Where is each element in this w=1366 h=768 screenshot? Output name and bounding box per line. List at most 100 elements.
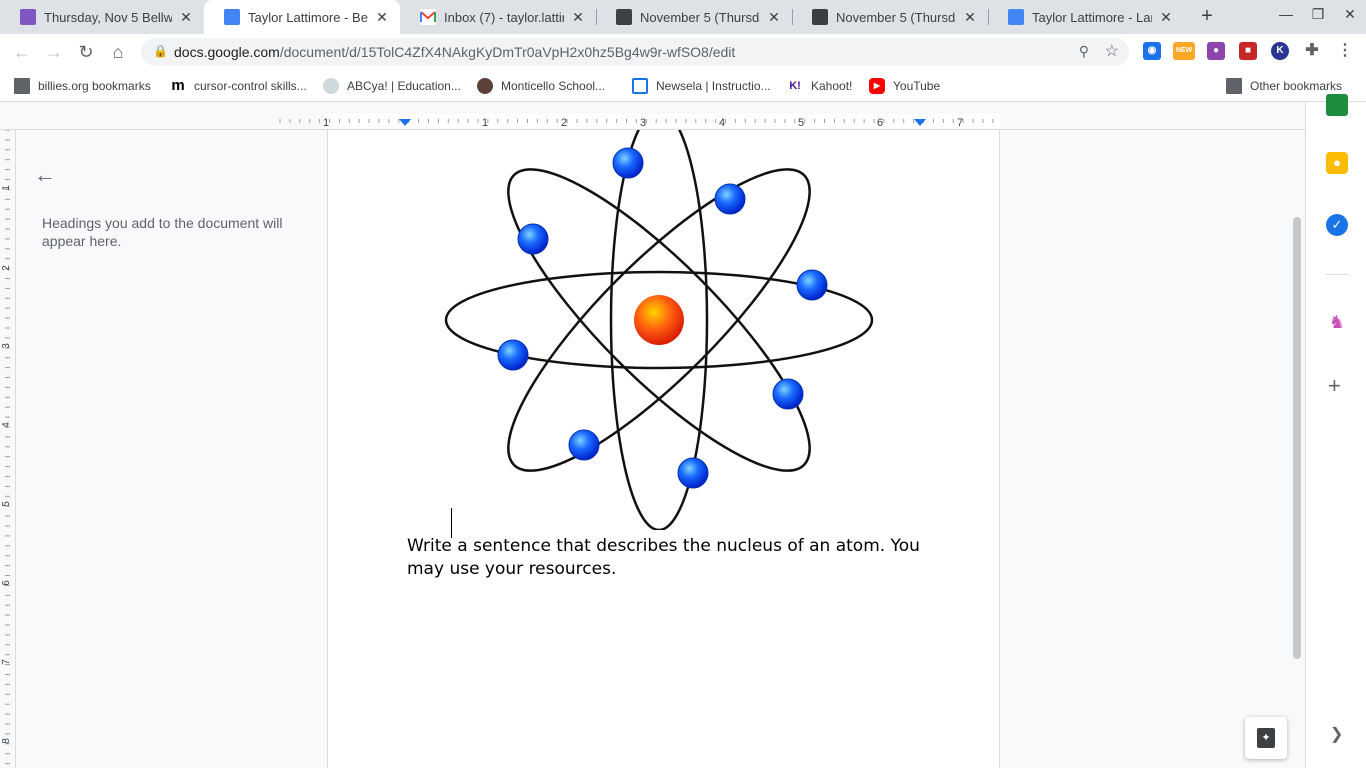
zoom-icon[interactable]: ⚲ [1079, 43, 1089, 60]
atom-illustration [444, 130, 874, 530]
add-addon-icon[interactable]: + [1328, 373, 1341, 399]
horizontal-ruler[interactable]: 1 1 2 3 4 5 6 7 [0, 102, 1305, 130]
tab-title: November 5 (Thursday) [836, 9, 956, 25]
electron [517, 223, 549, 255]
document-prompt-text[interactable]: Write a sentence that describes the nucl… [407, 535, 937, 581]
bookmark-item[interactable]: Newsela | Instructio... [632, 78, 771, 94]
new-tab-button[interactable]: + [1196, 5, 1218, 27]
right-indent-marker[interactable] [914, 119, 926, 126]
close-icon[interactable]: ✕ [570, 9, 586, 26]
extension-globe-icon[interactable]: ◉ [1143, 42, 1161, 60]
bookmark-item[interactable]: billies.org bookmarks [14, 78, 151, 94]
bookmark-label: Monticello School... [501, 79, 606, 93]
tab-docs-landfill[interactable]: Taylor Lattimore - Landfi ✕ [988, 0, 1184, 34]
tab-title: Thursday, Nov 5 Bellwo [44, 9, 172, 25]
tab-title: Inbox (7) - taylor.lattimo [444, 9, 564, 25]
tab-strip: Thursday, Nov 5 Bellwo ✕ Taylor Lattimor… [0, 0, 1366, 34]
unicorn-addon-icon[interactable]: ♞ [1326, 311, 1348, 333]
bookmark-label: cursor-control skills... [194, 79, 307, 93]
home-button[interactable]: ⌂ [106, 40, 130, 64]
nucleus [634, 295, 684, 345]
close-icon[interactable]: ✕ [374, 9, 390, 26]
ruler-label: 3 [1, 343, 12, 349]
extensions-puzzle-icon[interactable]: ✚ [1303, 42, 1321, 60]
tab-calendar[interactable]: Thursday, Nov 5 Bellwo ✕ [0, 0, 204, 34]
vertical-scrollbar-thumb[interactable] [1293, 217, 1301, 659]
ruler-label: 6 [1, 580, 12, 586]
ruler-label: 5 [798, 117, 804, 129]
bookmarks-bar: billies.org bookmarks m cursor-control s… [0, 70, 1366, 102]
bookmark-label: Kahoot! [811, 79, 853, 93]
youtube-icon: ▶ [869, 78, 885, 94]
ruler-label: 1 [323, 117, 329, 129]
classroom-icon [616, 9, 632, 25]
extension-new-icon[interactable]: NEW [1173, 42, 1195, 60]
tab-gmail[interactable]: Inbox (7) - taylor.lattimo ✕ [400, 0, 596, 34]
folder-icon [14, 78, 30, 94]
ruler-label: 2 [1, 265, 12, 271]
tab-title: Taylor Lattimore - Landfi [1032, 9, 1152, 25]
m-logo-icon: m [171, 77, 185, 94]
bookmark-item[interactable]: ▶ YouTube [869, 78, 940, 94]
chevron-right-icon[interactable]: ❯ [1330, 724, 1343, 744]
explore-button[interactable]: ✦ [1245, 717, 1287, 759]
electron [677, 457, 709, 489]
keep-icon[interactable]: ● [1326, 152, 1348, 174]
close-icon[interactable]: ✕ [178, 9, 194, 26]
restore-button[interactable]: ❐ [1307, 6, 1329, 26]
extension-puzzle-purple-icon[interactable]: ● [1207, 42, 1225, 60]
browser-menu-icon[interactable]: ⋮ [1336, 42, 1354, 60]
tab-classroom-1[interactable]: November 5 (Thursday)- ✕ [596, 0, 792, 34]
electron [772, 378, 804, 410]
bookmark-item[interactable]: ABCya! | Education... [323, 78, 461, 94]
extension-k-icon[interactable]: K [1271, 42, 1289, 60]
electron [497, 339, 529, 371]
ruler-label: 6 [877, 117, 883, 129]
reload-button[interactable]: ↻ [74, 40, 98, 64]
extension-new-badge: NEW [1175, 47, 1193, 54]
minimize-button[interactable]: — [1275, 6, 1297, 26]
address-bar[interactable]: 🔒 docs.google.com/document/d/15TolC4ZfX4… [141, 38, 1129, 66]
bookmark-item[interactable]: Monticello School... [477, 78, 605, 94]
url-path: /document/d/15TolC4ZfX4NAkgKyDmTr0aVpH2x… [279, 44, 736, 60]
ruler-label: 5 [1, 501, 12, 507]
bookmark-item[interactable]: K! Kahoot! [787, 78, 852, 94]
docs-workspace: 1 1 2 3 4 5 6 7 1 2 3 4 5 6 7 8 ← Headings you add to … [0, 102, 1305, 768]
abcya-icon [323, 78, 339, 94]
document-page[interactable]: Write a sentence that describes the nucl… [327, 130, 1000, 768]
close-window-button[interactable]: ✕ [1339, 6, 1361, 26]
tab-title: November 5 (Thursday)- [640, 9, 760, 25]
close-outline-arrow-icon[interactable]: ← [34, 162, 56, 188]
kahoot-icon: K! [789, 80, 801, 92]
close-icon[interactable]: ✕ [962, 9, 978, 26]
classroom-icon [812, 9, 828, 25]
other-bookmarks[interactable]: Other bookmarks [1226, 78, 1342, 94]
vertical-ruler[interactable]: 1 2 3 4 5 6 7 8 [0, 130, 16, 768]
bookmark-label: YouTube [893, 79, 941, 93]
bookmark-item[interactable]: m cursor-control skills... [170, 77, 307, 94]
ruler-label: 8 [1, 738, 12, 744]
bookmark-label: ABCya! | Education... [347, 79, 461, 93]
docs-icon [224, 9, 240, 25]
ruler-ticks: 1 2 3 4 5 6 7 8 [1, 130, 12, 765]
text-cursor [451, 508, 452, 538]
close-icon[interactable]: ✕ [1158, 9, 1174, 26]
electron [612, 147, 644, 179]
forward-button[interactable]: → [42, 40, 66, 64]
tab-title: Taylor Lattimore - Bellwo [248, 9, 368, 25]
calendar-icon[interactable] [1326, 94, 1348, 116]
ruler-label: 3 [640, 117, 646, 129]
tab-classroom-2[interactable]: November 5 (Thursday) ✕ [792, 0, 988, 34]
monticello-icon [477, 78, 493, 94]
outline-empty-message: Headings you add to the document will ap… [42, 215, 283, 249]
bookmark-label: Newsela | Instructio... [656, 79, 771, 93]
back-button[interactable]: ← [10, 40, 34, 64]
close-icon[interactable]: ✕ [766, 9, 782, 26]
extension-red-icon[interactable]: ■ [1239, 42, 1257, 60]
tasks-icon[interactable]: ✓ [1326, 214, 1348, 236]
lock-icon: 🔒 [153, 44, 168, 58]
newsela-icon [632, 78, 648, 94]
url-text: docs.google.com/document/d/15TolC4ZfX4NA… [174, 44, 735, 60]
bookmark-star-icon[interactable]: ☆ [1105, 41, 1119, 61]
tab-docs-bellwork[interactable]: Taylor Lattimore - Bellwo ✕ [204, 0, 400, 34]
